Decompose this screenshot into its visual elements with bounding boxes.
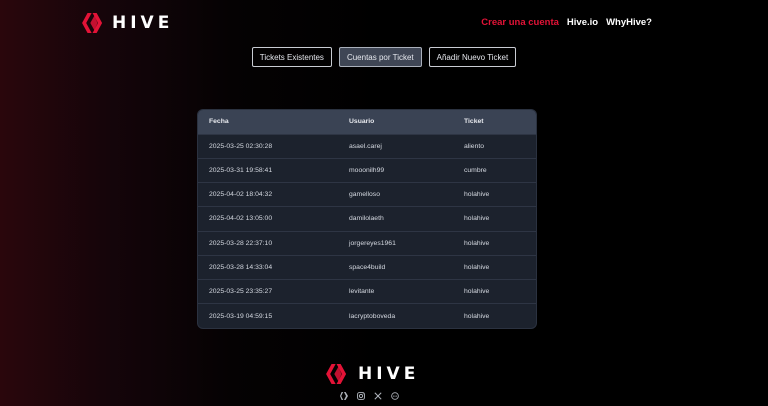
nav-link-create-account[interactable]: Crear una cuenta (481, 17, 559, 28)
table-header: Fecha Usuario Ticket (198, 110, 536, 134)
table-row: 2025-04-02 18:04:32 gamelloso holahive (198, 182, 536, 207)
cell-user: gamelloso (349, 191, 380, 199)
table-row: 2025-03-25 23:35:27 levitante holahive (198, 279, 536, 304)
table-row: 2025-03-25 02:30:28 asael.carej aliento (198, 134, 536, 158)
cell-date: 2025-04-02 13:05:00 (209, 215, 273, 223)
hive-logo-icon (82, 13, 103, 33)
accounts-table-container: Fecha Usuario Ticket 2025-03-25 02:30:28… (198, 110, 536, 328)
table-header-row: Fecha Usuario Ticket (198, 110, 536, 134)
tab-existing-tickets[interactable]: Tickets Existentes (251, 47, 332, 67)
cell-ticket: cumbre (464, 166, 487, 174)
cell-date: 2025-03-25 23:35:27 (209, 288, 273, 296)
column-header-user: Usuario (349, 118, 375, 126)
header: HIVE Crear una cuenta Hive.io WhyHive? (0, 0, 768, 46)
nav-link-hive-io[interactable]: Hive.io (567, 17, 598, 28)
cell-user: mooonilh99 (349, 166, 385, 174)
column-header-date: Fecha (209, 118, 229, 126)
cell-user: asael.carej (349, 142, 382, 150)
hive-icon[interactable] (339, 391, 348, 400)
hive-logo-icon (326, 364, 347, 384)
footer-hive-logo[interactable]: HIVE (326, 364, 419, 384)
logo-text: HIVE (112, 13, 174, 33)
cell-user: lacryptoboveda (349, 312, 396, 320)
tab-add-new-ticket[interactable]: Añadir Nuevo Ticket (428, 47, 517, 67)
cell-ticket: holahive (464, 191, 490, 199)
accounts-table: Fecha Usuario Ticket 2025-03-25 02:30:28… (198, 110, 536, 328)
cell-user: damilolaeth (349, 215, 384, 223)
table-row: 2025-03-28 22:37:10 jorgereyes1961 holah… (198, 231, 536, 255)
tab-accounts-per-ticket[interactable]: Cuentas por Ticket (338, 47, 422, 67)
cell-date: 2025-03-25 02:30:28 (209, 142, 273, 150)
cell-date: 2025-03-28 14:33:04 (209, 263, 273, 271)
cell-user: levitante (349, 288, 375, 296)
cell-ticket: holahive (464, 288, 490, 296)
cell-user: jorgereyes1961 (349, 239, 396, 247)
cell-ticket: holahive (464, 312, 490, 320)
social-links (339, 391, 399, 400)
cell-ticket: holahive (464, 239, 490, 247)
cell-ticket: holahive (464, 215, 490, 223)
x-icon[interactable] (373, 391, 382, 400)
cell-ticket: aliento (464, 142, 485, 150)
table-row: 2025-03-31 19:58:41 mooonilh99 cumbre (198, 158, 536, 182)
cell-user: space4build (349, 263, 386, 271)
cell-date: 2025-03-28 22:37:10 (209, 239, 273, 247)
table-body: 2025-03-25 02:30:28 asael.carej aliento … (198, 134, 536, 328)
table-row: 2025-04-02 13:05:00 damilolaeth holahive (198, 206, 536, 231)
nav-link-why-hive[interactable]: WhyHive? (606, 17, 652, 28)
table-row: 2025-03-19 04:59:15 lacryptoboveda holah… (198, 303, 536, 328)
instagram-icon[interactable] (356, 391, 365, 400)
footer-logo-text: HIVE (358, 364, 420, 384)
cell-date: 2025-03-31 19:58:41 (209, 166, 273, 174)
cell-date: 2025-03-19 04:59:15 (209, 312, 273, 320)
cell-date: 2025-04-02 18:04:32 (209, 191, 273, 199)
cell-ticket: holahive (464, 263, 490, 271)
top-nav: Crear una cuenta Hive.io WhyHive? (481, 17, 652, 28)
hive-logo[interactable]: HIVE (82, 12, 173, 34)
tab-bar: Tickets Existentes Cuentas por Ticket Añ… (0, 47, 768, 67)
column-header-ticket: Ticket (464, 118, 484, 126)
discord-icon[interactable] (390, 391, 399, 400)
table-row: 2025-03-28 14:33:04 space4build holahive (198, 255, 536, 279)
